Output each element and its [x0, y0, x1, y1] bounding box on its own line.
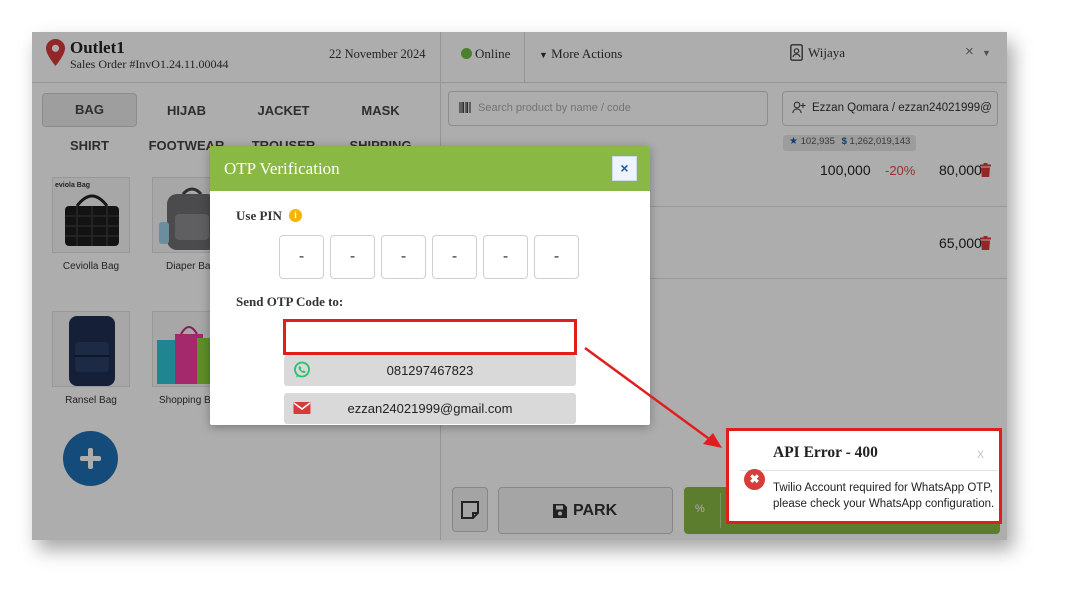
- dialog-title: OTP Verification: [224, 159, 340, 178]
- whatsapp-option-highlight: [283, 319, 577, 355]
- error-divider: [740, 470, 998, 471]
- error-x-icon: ✖: [744, 469, 765, 490]
- pin-digit-4[interactable]: -: [432, 235, 477, 279]
- send-otp-label: Send OTP Code to:: [236, 294, 344, 309]
- error-title: API Error - 400: [773, 444, 878, 461]
- send-otp-email-button[interactable]: ezzan24021999@gmail.com: [284, 393, 576, 424]
- pin-digit-2[interactable]: -: [330, 235, 375, 279]
- api-error-toast: API Error - 400 x ✖ Twilio Account requi…: [726, 428, 1002, 524]
- dialog-header: OTP Verification ×: [210, 146, 650, 191]
- otp-email-address: ezzan24021999@gmail.com: [347, 401, 513, 416]
- pin-digit-3[interactable]: -: [381, 235, 426, 279]
- pin-digit-6[interactable]: -: [534, 235, 579, 279]
- pin-digit-1[interactable]: -: [279, 235, 324, 279]
- info-icon[interactable]: i: [289, 209, 302, 222]
- dialog-close-button[interactable]: ×: [612, 156, 637, 181]
- pin-digit-5[interactable]: -: [483, 235, 528, 279]
- use-pin-label: Use PIN: [236, 208, 282, 223]
- error-message: Twilio Account required for WhatsApp OTP…: [773, 482, 995, 510]
- otp-verification-dialog: OTP Verification × Use PIN i - - - - - -…: [210, 146, 650, 425]
- send-otp-whatsapp-button[interactable]: 081297467823: [284, 355, 576, 386]
- otp-phone-number: 081297467823: [386, 363, 474, 378]
- error-close-button[interactable]: x: [977, 445, 984, 461]
